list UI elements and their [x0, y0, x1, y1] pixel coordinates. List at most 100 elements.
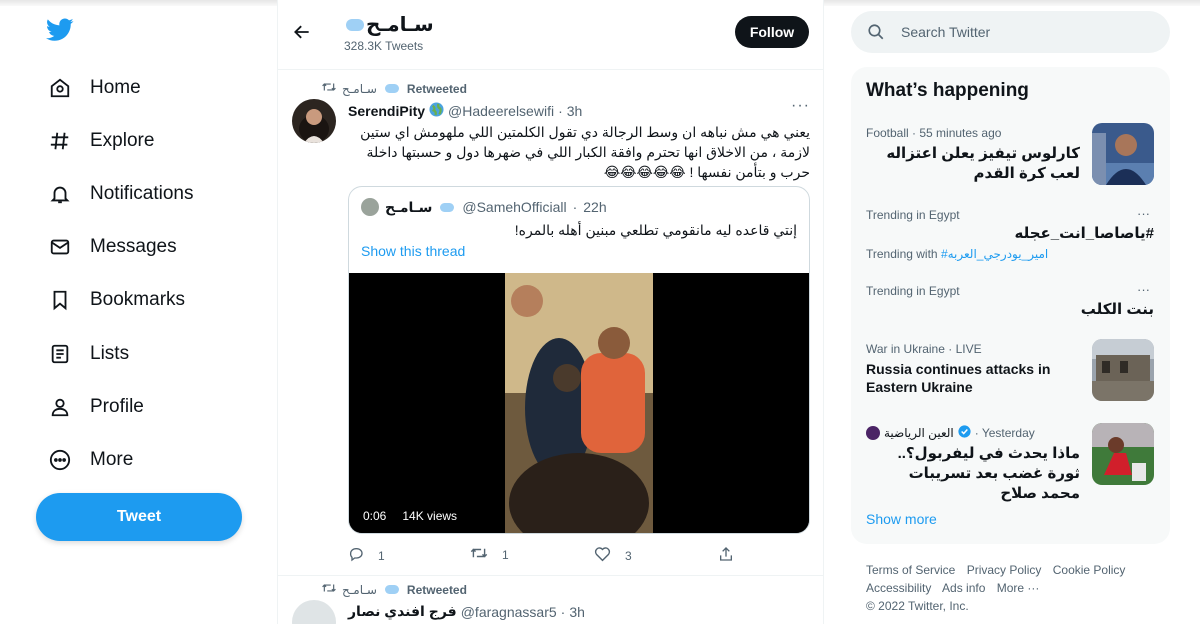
- tweet-divider: [278, 575, 823, 576]
- retweeter-name[interactable]: سـامـح: [342, 583, 377, 597]
- reply-icon: [348, 546, 364, 565]
- envelope-icon: [48, 235, 72, 259]
- footer-copyright: © 2022 Twitter, Inc.: [866, 599, 969, 613]
- nav-more-label: More: [90, 449, 134, 470]
- retweet-action[interactable]: 1: [470, 546, 509, 563]
- trend-sub-prefix: Trending with: [866, 247, 938, 261]
- verified-badge-icon: [958, 425, 971, 441]
- trend-meta: Trending in Egypt: [866, 284, 960, 298]
- share-action[interactable]: [718, 546, 734, 565]
- footer-terms[interactable]: Terms of Service: [866, 563, 955, 577]
- trend-meta: العين الرياضية · Yesterday: [866, 425, 1035, 441]
- quoted-tweet[interactable]: سـامـح @SamehOfficiall · 22h إنتي قاعده …: [348, 186, 810, 534]
- whats-happening-panel: What’s happening Football · 55 minutes a…: [851, 67, 1170, 544]
- profile-header: سـامـح 328.3K Tweets Follow: [278, 0, 823, 70]
- reply-count: 1: [378, 548, 385, 563]
- nav-more[interactable]: More: [48, 440, 133, 480]
- quoted-author-name: سـامـح: [385, 198, 433, 215]
- nav-messages[interactable]: Messages: [48, 227, 177, 267]
- nav-profile[interactable]: Profile: [48, 387, 144, 427]
- avatar[interactable]: [292, 600, 336, 624]
- footer-ads-info[interactable]: Ads info: [942, 581, 985, 595]
- quoted-avatar: [361, 198, 379, 216]
- trend-title: ماذا يحدث في ليفربول؟.. ثورة غضب بعد تسر…: [897, 445, 1080, 502]
- tweet-actions: 1 1 3: [348, 546, 748, 565]
- source-avatar: [866, 426, 880, 440]
- nav-messages-label: Messages: [90, 236, 177, 257]
- profile-name-text: سـامـح: [366, 14, 434, 36]
- footer-accessibility[interactable]: Accessibility: [866, 581, 931, 595]
- nav-home-label: Home: [90, 77, 141, 98]
- like-action[interactable]: 3: [594, 546, 632, 565]
- search-box[interactable]: Search Twitter: [851, 11, 1170, 53]
- nav-notifications[interactable]: Notifications: [48, 174, 194, 214]
- person-icon: [48, 395, 72, 419]
- follow-button[interactable]: Follow: [735, 16, 809, 48]
- globe-emoji-icon: [429, 102, 444, 120]
- source-name: العين الرياضية: [884, 426, 954, 440]
- footer-more[interactable]: More ···: [997, 581, 1040, 595]
- footer-privacy[interactable]: Privacy Policy: [967, 563, 1042, 577]
- nav-notifications-label: Notifications: [90, 183, 194, 204]
- nav-explore[interactable]: Explore: [48, 121, 154, 161]
- tweet-count: 328.3K Tweets: [344, 39, 424, 53]
- retweet-icon: [470, 546, 488, 563]
- retweet-count: 1: [502, 547, 509, 562]
- trend-meta: War in Ukraine · LIVE: [866, 342, 982, 356]
- trend-more-icon[interactable]: ···: [1137, 206, 1150, 221]
- nav-home[interactable]: Home: [48, 68, 141, 108]
- nav-explore-label: Explore: [90, 130, 155, 151]
- cloud-emoji-icon: [346, 18, 364, 31]
- tweet-author: فرج افندي نصار @faragnassar5 · 3h: [348, 603, 585, 620]
- trend-title: #ياصاصا_انت_عجله: [1014, 225, 1154, 242]
- nav-bookmarks[interactable]: Bookmarks: [48, 280, 185, 320]
- author-handle[interactable]: @Hadeerelsewifi: [448, 103, 554, 119]
- back-arrow-icon[interactable]: [292, 22, 314, 44]
- quoted-author: سـامـح @SamehOfficiall · 22h: [361, 198, 607, 216]
- search-input[interactable]: Search Twitter: [901, 24, 990, 40]
- retweeter-name[interactable]: سـامـح: [342, 82, 377, 96]
- tweet-time[interactable]: 3h: [569, 604, 585, 620]
- author-name[interactable]: فرج افندي نصار: [348, 603, 457, 620]
- list-icon: [48, 342, 72, 366]
- nav-bookmarks-label: Bookmarks: [90, 289, 186, 310]
- trend-image: [1092, 339, 1154, 401]
- video-views: 14K views: [402, 509, 458, 523]
- reply-action[interactable]: 1: [348, 546, 385, 565]
- more-circle-icon: [48, 448, 72, 472]
- author-handle[interactable]: @faragnassar5: [461, 604, 557, 620]
- home-icon: [48, 76, 72, 100]
- tweet-time[interactable]: 3h: [567, 103, 583, 119]
- retweeted-label: Retweeted: [406, 81, 467, 96]
- show-thread-link[interactable]: Show this thread: [361, 243, 465, 259]
- like-count: 3: [625, 548, 632, 563]
- quoted-time: 22h: [583, 199, 607, 215]
- twitter-bird-icon[interactable]: [45, 18, 76, 48]
- avatar[interactable]: [292, 99, 336, 143]
- video-duration: 0:06: [363, 509, 387, 523]
- trend-title: كارلوس تيفيز يعلن اعتزاله لعب كرة القدم: [886, 145, 1080, 182]
- cloud-emoji-icon: [440, 202, 455, 212]
- more-options-icon[interactable]: ···: [791, 97, 810, 115]
- bookmark-icon: [48, 288, 72, 312]
- trend-image: [1092, 123, 1154, 185]
- sidebar-nav: Home Explore Notifications Messages Book…: [36, 0, 256, 624]
- video-player[interactable]: 0:06 14K views: [349, 273, 809, 533]
- footer-cookie[interactable]: Cookie Policy: [1053, 563, 1126, 577]
- author-name[interactable]: SerendiPity: [348, 103, 425, 119]
- bell-icon: [48, 182, 72, 206]
- search-icon: [867, 23, 885, 41]
- trend-more-icon[interactable]: ···: [1137, 282, 1150, 297]
- trend-sub-tag[interactable]: #امير_يودرجي_العربه: [941, 247, 1048, 261]
- nav-lists[interactable]: Lists: [48, 334, 129, 374]
- hashtag-icon: [48, 129, 72, 153]
- profile-name: سـامـح: [344, 12, 434, 37]
- trend-image: [1092, 423, 1154, 485]
- trend-sub: Trending with #امير_يودرجي_العربه: [866, 247, 1048, 261]
- footer-links: Terms of Service Privacy Policy Cookie P…: [866, 561, 1166, 615]
- tweet-button[interactable]: Tweet: [36, 493, 242, 541]
- retweeted-label: Retweeted: [406, 582, 467, 597]
- retweet-indicator: سـامـح Retweeted: [322, 582, 467, 597]
- source-time: · Yesterday: [974, 426, 1035, 440]
- show-more-link[interactable]: Show more: [866, 511, 937, 527]
